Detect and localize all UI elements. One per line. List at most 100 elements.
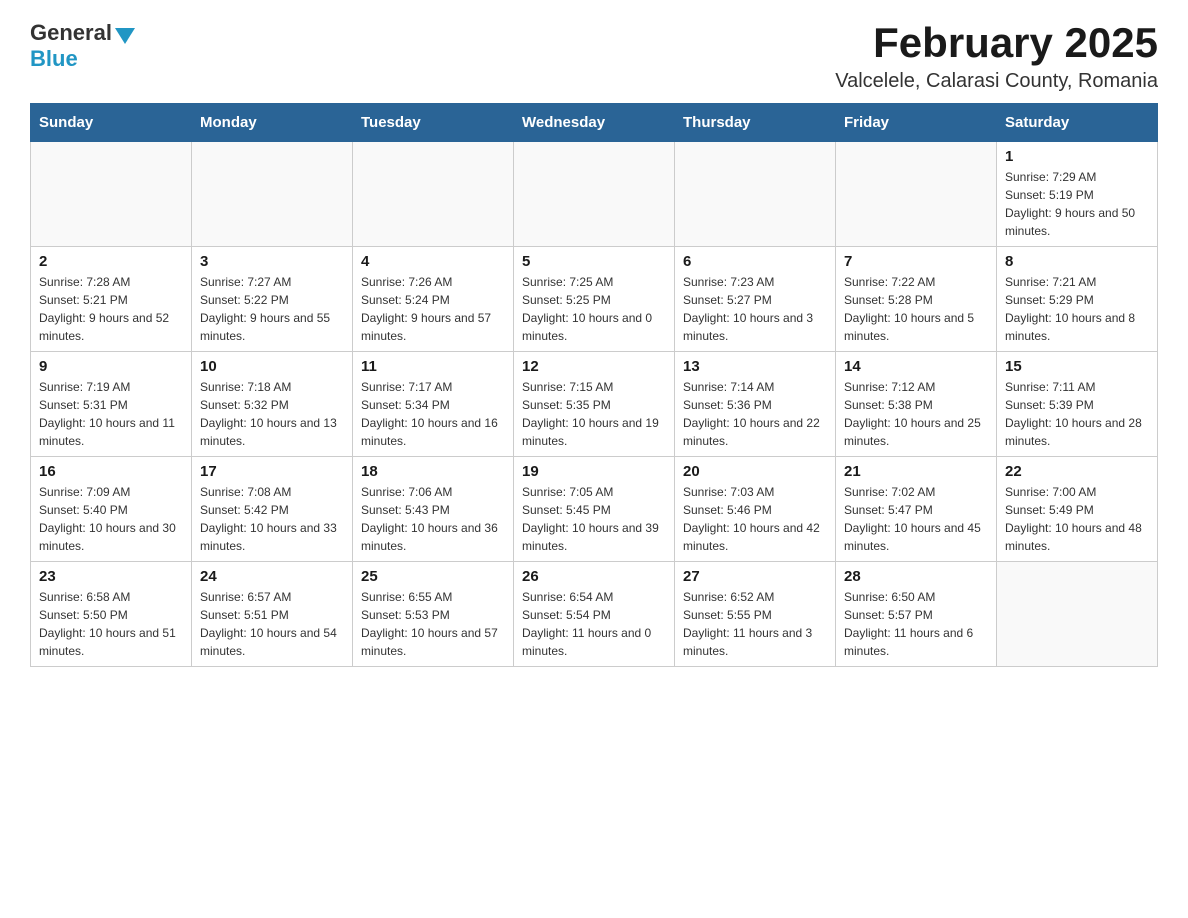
- column-header-monday: Monday: [192, 104, 353, 142]
- calendar-cell: [353, 142, 514, 247]
- day-number: 27: [683, 568, 827, 585]
- day-number: 20: [683, 463, 827, 480]
- day-info: Sunrise: 7:19 AM Sunset: 5:31 PM Dayligh…: [39, 378, 183, 450]
- day-number: 4: [361, 253, 505, 270]
- day-number: 18: [361, 463, 505, 480]
- calendar-cell: [997, 562, 1158, 667]
- day-number: 22: [1005, 463, 1149, 480]
- day-info: Sunrise: 6:52 AM Sunset: 5:55 PM Dayligh…: [683, 588, 827, 660]
- calendar-week-row: 9 Sunrise: 7:19 AM Sunset: 5:31 PM Daylig…: [31, 352, 1158, 457]
- day-number: 15: [1005, 358, 1149, 375]
- calendar-cell: 26 Sunrise: 6:54 AM Sunset: 5:54 PM Dayli…: [514, 562, 675, 667]
- day-info: Sunrise: 7:11 AM Sunset: 5:39 PM Dayligh…: [1005, 378, 1149, 450]
- calendar-cell: 14 Sunrise: 7:12 AM Sunset: 5:38 PM Dayli…: [836, 352, 997, 457]
- calendar-cell: 27 Sunrise: 6:52 AM Sunset: 5:55 PM Dayli…: [675, 562, 836, 667]
- day-number: 16: [39, 463, 183, 480]
- day-number: 8: [1005, 253, 1149, 270]
- day-info: Sunrise: 7:17 AM Sunset: 5:34 PM Dayligh…: [361, 378, 505, 450]
- column-header-friday: Friday: [836, 104, 997, 142]
- calendar-cell: 21 Sunrise: 7:02 AM Sunset: 5:47 PM Dayli…: [836, 457, 997, 562]
- calendar-table: SundayMondayTuesdayWednesdayThursdayFrid…: [30, 103, 1158, 667]
- logo: General Blue: [30, 20, 135, 72]
- calendar-cell: [514, 142, 675, 247]
- day-number: 3: [200, 253, 344, 270]
- day-number: 9: [39, 358, 183, 375]
- day-number: 19: [522, 463, 666, 480]
- calendar-cell: 6 Sunrise: 7:23 AM Sunset: 5:27 PM Daylig…: [675, 247, 836, 352]
- calendar-cell: 2 Sunrise: 7:28 AM Sunset: 5:21 PM Daylig…: [31, 247, 192, 352]
- day-info: Sunrise: 7:15 AM Sunset: 5:35 PM Dayligh…: [522, 378, 666, 450]
- calendar-subtitle: Valcelele, Calarasi County, Romania: [835, 70, 1158, 93]
- day-info: Sunrise: 7:06 AM Sunset: 5:43 PM Dayligh…: [361, 483, 505, 555]
- day-info: Sunrise: 6:58 AM Sunset: 5:50 PM Dayligh…: [39, 588, 183, 660]
- calendar-cell: 4 Sunrise: 7:26 AM Sunset: 5:24 PM Daylig…: [353, 247, 514, 352]
- day-number: 25: [361, 568, 505, 585]
- day-info: Sunrise: 7:14 AM Sunset: 5:36 PM Dayligh…: [683, 378, 827, 450]
- calendar-cell: 15 Sunrise: 7:11 AM Sunset: 5:39 PM Dayli…: [997, 352, 1158, 457]
- day-number: 2: [39, 253, 183, 270]
- day-info: Sunrise: 6:57 AM Sunset: 5:51 PM Dayligh…: [200, 588, 344, 660]
- calendar-cell: [836, 142, 997, 247]
- calendar-cell: 18 Sunrise: 7:06 AM Sunset: 5:43 PM Dayli…: [353, 457, 514, 562]
- day-info: Sunrise: 7:12 AM Sunset: 5:38 PM Dayligh…: [844, 378, 988, 450]
- day-number: 21: [844, 463, 988, 480]
- calendar-week-row: 16Sunrise: 7:09 AM Sunset: 5:40 PM Dayli…: [31, 457, 1158, 562]
- day-info: Sunrise: 6:55 AM Sunset: 5:53 PM Dayligh…: [361, 588, 505, 660]
- day-info: Sunrise: 7:23 AM Sunset: 5:27 PM Dayligh…: [683, 273, 827, 345]
- title-block: February 2025 Valcelele, Calarasi County…: [835, 20, 1158, 93]
- calendar-week-row: 23 Sunrise: 6:58 AM Sunset: 5:50 PM Dayli…: [31, 562, 1158, 667]
- day-number: 6: [683, 253, 827, 270]
- calendar-cell: [31, 142, 192, 247]
- calendar-cell: 20 Sunrise: 7:03 AM Sunset: 5:46 PM Dayli…: [675, 457, 836, 562]
- calendar-cell: 3 Sunrise: 7:27 AM Sunset: 5:22 PM Daylig…: [192, 247, 353, 352]
- day-info: Sunrise: 7:05 AM Sunset: 5:45 PM Dayligh…: [522, 483, 666, 555]
- calendar-title: February 2025: [835, 20, 1158, 66]
- day-info: Sunrise: 7:26 AM Sunset: 5:24 PM Dayligh…: [361, 273, 505, 345]
- day-info: Sunrise: 7:21 AM Sunset: 5:29 PM Dayligh…: [1005, 273, 1149, 345]
- day-info: Sunrise: 7:29 AM Sunset: 5:19 PM Dayligh…: [1005, 168, 1149, 240]
- day-number: 1: [1005, 148, 1149, 165]
- calendar-cell: 28 Sunrise: 6:50 AM Sunset: 5:57 PM Dayli…: [836, 562, 997, 667]
- logo-blue-text: Blue: [30, 46, 78, 71]
- calendar-cell: 19 Sunrise: 7:05 AM Sunset: 5:45 PM Dayli…: [514, 457, 675, 562]
- calendar-cell: 1 Sunrise: 7:29 AM Sunset: 5:19 PM Daylig…: [997, 142, 1158, 247]
- day-info: Sunrise: 6:50 AM Sunset: 5:57 PM Dayligh…: [844, 588, 988, 660]
- column-header-saturday: Saturday: [997, 104, 1158, 142]
- day-info: Sunrise: 7:02 AM Sunset: 5:47 PM Dayligh…: [844, 483, 988, 555]
- calendar-cell: 5 Sunrise: 7:25 AM Sunset: 5:25 PM Daylig…: [514, 247, 675, 352]
- day-info: Sunrise: 7:03 AM Sunset: 5:46 PM Dayligh…: [683, 483, 827, 555]
- day-number: 28: [844, 568, 988, 585]
- calendar-cell: 17Sunrise: 7:08 AM Sunset: 5:42 PM Dayli…: [192, 457, 353, 562]
- day-number: 11: [361, 358, 505, 375]
- calendar-cell: 22Sunrise: 7:00 AM Sunset: 5:49 PM Dayli…: [997, 457, 1158, 562]
- day-number: 24: [200, 568, 344, 585]
- day-info: Sunrise: 6:54 AM Sunset: 5:54 PM Dayligh…: [522, 588, 666, 660]
- calendar-cell: 24 Sunrise: 6:57 AM Sunset: 5:51 PM Dayli…: [192, 562, 353, 667]
- day-number: 26: [522, 568, 666, 585]
- day-info: Sunrise: 7:27 AM Sunset: 5:22 PM Dayligh…: [200, 273, 344, 345]
- day-info: Sunrise: 7:25 AM Sunset: 5:25 PM Dayligh…: [522, 273, 666, 345]
- calendar-week-row: 2 Sunrise: 7:28 AM Sunset: 5:21 PM Daylig…: [31, 247, 1158, 352]
- calendar-header-row: SundayMondayTuesdayWednesdayThursdayFrid…: [31, 104, 1158, 142]
- calendar-cell: 16Sunrise: 7:09 AM Sunset: 5:40 PM Dayli…: [31, 457, 192, 562]
- day-number: 13: [683, 358, 827, 375]
- day-number: 17: [200, 463, 344, 480]
- calendar-cell: 13 Sunrise: 7:14 AM Sunset: 5:36 PM Dayli…: [675, 352, 836, 457]
- calendar-cell: 23 Sunrise: 6:58 AM Sunset: 5:50 PM Dayli…: [31, 562, 192, 667]
- day-number: 23: [39, 568, 183, 585]
- day-number: 14: [844, 358, 988, 375]
- column-header-tuesday: Tuesday: [353, 104, 514, 142]
- calendar-cell: 12Sunrise: 7:15 AM Sunset: 5:35 PM Dayli…: [514, 352, 675, 457]
- calendar-cell: 7Sunrise: 7:22 AM Sunset: 5:28 PM Daylig…: [836, 247, 997, 352]
- column-header-sunday: Sunday: [31, 104, 192, 142]
- calendar-cell: 10Sunrise: 7:18 AM Sunset: 5:32 PM Dayli…: [192, 352, 353, 457]
- day-info: Sunrise: 7:28 AM Sunset: 5:21 PM Dayligh…: [39, 273, 183, 345]
- column-header-wednesday: Wednesday: [514, 104, 675, 142]
- logo-general-text: General: [30, 20, 112, 46]
- calendar-cell: 9 Sunrise: 7:19 AM Sunset: 5:31 PM Daylig…: [31, 352, 192, 457]
- day-info: Sunrise: 7:22 AM Sunset: 5:28 PM Dayligh…: [844, 273, 988, 345]
- calendar-cell: [192, 142, 353, 247]
- column-header-thursday: Thursday: [675, 104, 836, 142]
- calendar-cell: 8 Sunrise: 7:21 AM Sunset: 5:29 PM Daylig…: [997, 247, 1158, 352]
- day-number: 5: [522, 253, 666, 270]
